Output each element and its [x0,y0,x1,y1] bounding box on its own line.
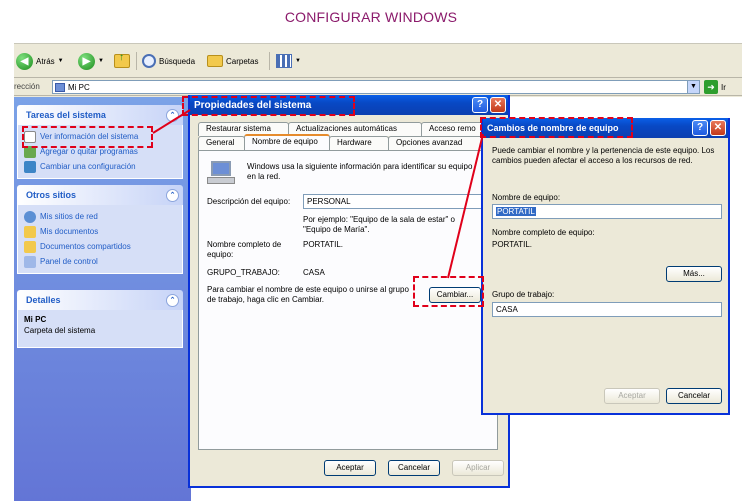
dropdown-arrow-icon: ▼ [98,58,104,64]
full-name-value: PORTATIL. [492,240,533,249]
up-folder-button[interactable]: ↑ [114,52,130,70]
computer-name-changes-dialog: Cambios de nombre de equipo ? ✕ Puede ca… [481,118,730,415]
panel-header[interactable]: Otros sitios ⌃ [17,185,183,205]
panel-body: Ver información del sistema Agregar o qu… [17,125,183,179]
cancel-button[interactable]: Cancelar [388,460,440,476]
full-name-label: Nombre completo de equipo: [492,228,595,237]
computer-name-label: Nombre de equipo: [492,193,561,202]
computer-icon [207,161,235,185]
page-title: CONFIGURAR WINDOWS [284,9,458,25]
cancel-button[interactable]: Cancelar [666,388,722,404]
computer-name-input[interactable]: PORTATIL [492,204,722,219]
forward-button[interactable]: ▶ ▼ [78,52,104,70]
full-name-label: Nombre completo de equipo: [207,240,282,259]
address-bar: rección Mi PC ▼ ➜ Ir [14,79,742,96]
folders-icon [207,55,223,67]
close-icon[interactable]: ✕ [490,97,506,113]
panel-body: Mi PC Carpeta del sistema [17,310,183,348]
place-control-panel[interactable]: Panel de control [24,254,176,269]
panel-body: Mis sitios de red Mis documentos Documen… [17,205,183,274]
apply-button[interactable]: Aplicar [452,460,504,476]
tab-advanced[interactable]: Opciones avanzad [388,136,490,150]
other-places-panel: Otros sitios ⌃ Mis sitios de red Mis doc… [17,185,183,274]
task-pane: Tareas del sistema ⌃ Ver información del… [14,97,191,501]
folder-icon [24,240,36,253]
intro-text: Windows usa la siguiente información par… [247,162,473,181]
close-icon[interactable]: ✕ [710,120,726,136]
document-icon [24,130,36,143]
dialog-titlebar[interactable]: Cambios de nombre de equipo ? ✕ [483,118,728,138]
up-folder-icon: ↑ [114,52,130,68]
back-button[interactable]: ◀ Atrás ▼ [16,52,64,70]
workgroup-value: CASA [303,268,325,277]
task-add-remove-programs[interactable]: Agregar o quitar programas [24,144,176,159]
intro-text: Puede cambiar el nombre y la pertenencia… [492,146,715,165]
tabs-back-row: Restaurar sistema Actualizaciones automá… [198,122,491,136]
place-shared-documents[interactable]: Documentos compartidos [24,239,176,254]
change-instructions: Para cambiar el nombre de este equipo o … [207,285,409,304]
forward-arrow-icon: ▶ [78,52,95,70]
go-button[interactable]: ➜ Ir [704,80,726,94]
back-arrow-icon: ◀ [16,52,33,70]
tab-computer-name[interactable]: Nombre de equipo [244,134,330,150]
computer-name-tab-panel: Windows usa la siguiente información par… [198,150,498,450]
tab-general[interactable]: General [198,136,245,150]
go-arrow-icon: ➜ [704,80,718,94]
explorer-toolbar: ◀ Atrás ▼ ▶ ▼ ↑ Búsqueda Carpetas ▼ [14,44,742,78]
views-icon [276,54,292,68]
help-icon[interactable]: ? [472,97,488,113]
collapse-icon[interactable]: ⌃ [166,108,179,122]
search-icon [142,54,156,68]
panel-header[interactable]: Detalles ⌃ [17,290,183,310]
place-my-documents[interactable]: Mis documentos [24,224,176,239]
task-change-setting[interactable]: Cambiar una configuración [24,159,176,174]
more-button[interactable]: Más... [666,266,722,282]
computer-icon [55,82,65,92]
ok-button[interactable]: Aceptar [604,388,660,404]
network-icon [24,210,36,223]
details-panel: Detalles ⌃ Mi PC Carpeta del sistema [17,290,183,348]
system-properties-dialog: Propiedades del sistema ? ✕ Restaurar si… [188,95,510,488]
tab-hardware[interactable]: Hardware [329,136,389,150]
search-button[interactable]: Búsqueda [142,52,195,70]
views-button[interactable]: ▼ [276,52,301,70]
description-label: Descripción del equipo: [207,197,291,206]
system-tasks-panel: Tareas del sistema ⌃ Ver información del… [17,105,183,179]
folders-button[interactable]: Carpetas [207,52,258,70]
change-button[interactable]: Cambiar... [429,287,481,303]
help-icon[interactable]: ? [692,120,708,136]
folder-icon [24,225,36,238]
collapse-icon[interactable]: ⌃ [166,188,179,202]
collapse-icon[interactable]: ⌃ [166,293,179,307]
ok-button[interactable]: Aceptar [324,460,376,476]
address-dropdown-icon[interactable]: ▼ [687,81,699,93]
address-input[interactable]: Mi PC ▼ [52,80,700,94]
tabs-front-row: General Nombre de equipo Hardware Opcion… [198,134,490,150]
dropdown-arrow-icon: ▼ [295,58,301,64]
workgroup-label: Grupo de trabajo: [492,290,555,299]
programs-icon [24,145,36,158]
workgroup-label: GRUPO_TRABAJO: [207,268,280,277]
settings-icon [24,160,36,173]
full-name-value: PORTATIL. [303,240,344,249]
dialog-titlebar[interactable]: Propiedades del sistema ? ✕ [190,95,508,115]
workgroup-input[interactable]: CASA [492,302,722,317]
task-view-system-info[interactable]: Ver información del sistema [24,129,176,144]
place-network[interactable]: Mis sitios de red [24,209,176,224]
example-text: Por ejemplo: "Equipo de la sala de estar… [303,215,455,234]
control-panel-icon [24,255,36,268]
description-input[interactable]: PERSONAL [303,194,483,209]
dropdown-arrow-icon: ▼ [57,58,64,64]
panel-header[interactable]: Tareas del sistema ⌃ [17,105,183,125]
